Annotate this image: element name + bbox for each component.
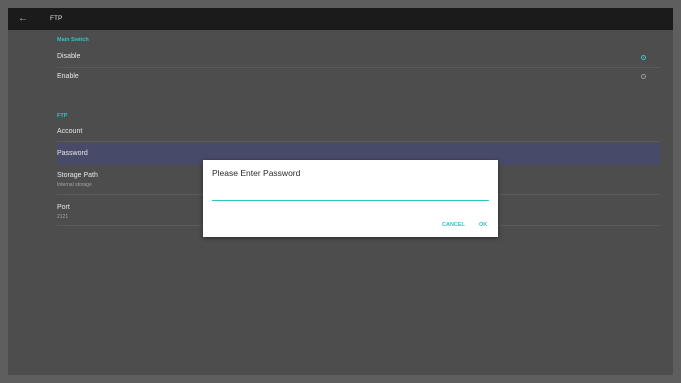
storage-path-label: Storage Path xyxy=(57,172,98,179)
option-disable-label: Disable xyxy=(57,53,81,60)
option-enable-label: Enable xyxy=(57,73,79,80)
divider xyxy=(57,67,660,68)
radio-disable-icon[interactable] xyxy=(641,55,646,60)
ok-button[interactable]: OK xyxy=(479,222,487,228)
radio-enable-icon[interactable] xyxy=(641,74,646,79)
top-bar: ← FTP xyxy=(8,8,673,30)
password-dialog: Please Enter Password CANCEL OK xyxy=(203,160,498,237)
port-label: Port xyxy=(57,204,70,211)
storage-path-value: Internal storage xyxy=(57,182,92,188)
dialog-title: Please Enter Password xyxy=(212,168,301,178)
account-row[interactable]: Account xyxy=(57,126,660,142)
port-value: 2121 xyxy=(57,214,69,220)
password-input[interactable] xyxy=(212,200,489,201)
main-switch-section-label: Main Switch xyxy=(57,37,89,43)
page-title: FTP xyxy=(50,15,63,22)
password-label: Password xyxy=(57,150,88,157)
back-arrow-icon[interactable]: ← xyxy=(18,10,28,28)
option-disable-row[interactable]: Disable xyxy=(57,50,660,66)
cancel-button[interactable]: CANCEL xyxy=(442,222,465,228)
option-enable-row[interactable]: Enable xyxy=(57,71,660,87)
ftp-section-label: FTP xyxy=(57,113,68,119)
divider xyxy=(57,141,660,142)
account-label: Account xyxy=(57,128,83,135)
